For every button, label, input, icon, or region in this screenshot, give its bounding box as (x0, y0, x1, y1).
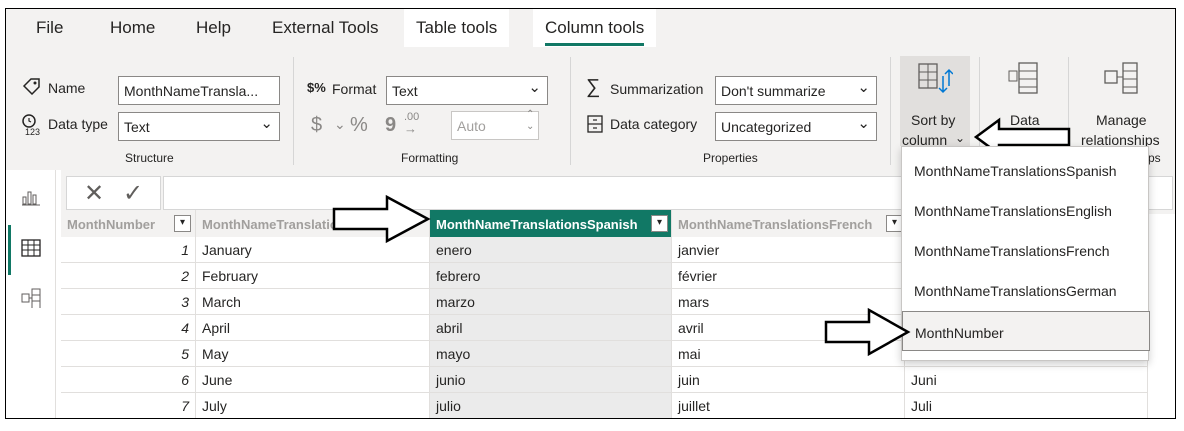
cell-german[interactable]: Juni (905, 367, 1148, 393)
cell-spanish[interactable]: mayo (430, 341, 672, 367)
format-select[interactable]: Text (386, 76, 548, 105)
summarization-label: Summarization (610, 81, 704, 97)
cell-monthnumber[interactable]: 5 (61, 341, 196, 367)
category-label: Data category (610, 116, 698, 132)
spinner-up-icon[interactable]: ⌃ (526, 109, 534, 120)
cell-spanish[interactable]: marzo (430, 289, 672, 315)
tab-external-tools[interactable]: External Tools (272, 18, 378, 38)
data-category-icon (587, 115, 603, 133)
tag-icon (22, 78, 40, 95)
window: File Home Help External Tools Table tool… (5, 8, 1176, 419)
cell-german[interactable]: Juli (905, 393, 1148, 418)
model-view-icon[interactable] (21, 288, 41, 308)
data-view-icon[interactable] (21, 238, 41, 258)
report-view-icon[interactable] (21, 186, 41, 206)
currency-button[interactable]: $ (311, 114, 322, 137)
cell-english[interactable]: July (196, 393, 430, 418)
cell-english[interactable]: February (196, 263, 430, 289)
chevron-down-icon: ⌄ (955, 131, 966, 145)
format-label: Format (332, 81, 377, 97)
category-select[interactable]: Uncategorized (715, 112, 877, 141)
cell-spanish[interactable]: enero (430, 237, 672, 263)
cell-french[interactable]: juillet (672, 393, 905, 418)
percent-button[interactable]: % (350, 114, 368, 137)
divider (890, 57, 891, 165)
cell-monthnumber[interactable]: 2 (61, 263, 196, 289)
column-header-spanish[interactable]: MonthNameTranslationsSpanish (430, 210, 672, 237)
decimal-arrow-icon: → (404, 121, 417, 136)
cell-monthnumber[interactable]: 3 (61, 289, 196, 315)
tab-home[interactable]: Home (110, 18, 155, 38)
name-input[interactable]: MonthNameTransla... (118, 76, 280, 105)
cell-spanish[interactable]: julio (430, 393, 672, 418)
chevron-down-icon[interactable]: ⌄ (334, 116, 346, 133)
commit-icon[interactable]: ✓ (123, 179, 143, 208)
cell-monthnumber[interactable]: 6 (61, 367, 196, 393)
cell-french[interactable]: février (672, 263, 905, 289)
view-sidebar (6, 170, 56, 418)
cell-french[interactable]: janvier (672, 237, 905, 263)
tab-table-tools-label: Table tools (416, 18, 498, 37)
cell-english[interactable]: June (196, 367, 430, 393)
tab-column-tools[interactable]: Column tools (533, 9, 657, 47)
cell-spanish[interactable]: abril (430, 315, 672, 341)
cell-monthnumber[interactable]: 1 (61, 237, 196, 263)
datatype-select[interactable]: Text (118, 112, 280, 141)
tab-help[interactable]: Help (196, 18, 231, 38)
formula-actions (66, 176, 161, 210)
tab-table-tools[interactable]: Table tools (404, 9, 510, 47)
svg-text:123: 123 (25, 127, 40, 137)
cell-english[interactable]: May (196, 341, 430, 367)
data-groups-icon (1008, 62, 1038, 94)
sort-by-column-menu: MonthNameTranslationsSpanish MonthNameTr… (901, 146, 1150, 361)
sort-option-english[interactable]: MonthNameTranslationsEnglish (902, 190, 1150, 230)
callout-arrow (824, 307, 911, 357)
format-icon: $% (307, 80, 326, 95)
manage-relationships-label-line1[interactable]: Manage (1096, 112, 1147, 128)
menu-bar: File Home Help External Tools Table tool… (6, 9, 1175, 47)
datatype-label: Data type (48, 116, 108, 132)
sort-label-line1: Sort by (911, 112, 956, 128)
tab-file[interactable]: File (36, 18, 63, 38)
formatting-group-label: Formatting (401, 151, 459, 165)
cell-english[interactable]: March (196, 289, 430, 315)
summarization-select[interactable]: Don't summarize (715, 76, 877, 105)
sort-option-german[interactable]: MonthNameTranslationsGerman (902, 270, 1150, 310)
cell-french[interactable]: juin (672, 367, 905, 393)
sort-column-icon (918, 63, 953, 94)
cell-spanish[interactable]: junio (430, 367, 672, 393)
active-view-indicator (8, 225, 11, 275)
comma-button[interactable]: 9 (385, 114, 396, 137)
sigma-icon: ∑ (586, 76, 601, 98)
cell-monthnumber[interactable]: 4 (61, 315, 196, 341)
cell-spanish[interactable]: febrero (430, 263, 672, 289)
sort-option-french[interactable]: MonthNameTranslationsFrench (902, 230, 1150, 270)
cell-monthnumber[interactable]: 7 (61, 393, 196, 418)
manage-relationships-icon (1104, 62, 1138, 94)
callout-arrow (332, 194, 431, 244)
filter-dropdown-icon[interactable]: ▾ (651, 215, 668, 232)
sort-option-monthnumber[interactable]: MonthNumber (902, 311, 1150, 351)
cell-english[interactable]: April (196, 315, 430, 341)
divider (293, 57, 294, 165)
cancel-icon[interactable]: ✕ (84, 179, 104, 208)
tab-column-tools-label: Column tools (545, 18, 645, 46)
structure-group-label: Structure (125, 151, 174, 165)
spinner-down-icon[interactable]: ⌄ (526, 121, 534, 132)
filter-dropdown-icon[interactable]: ▾ (174, 215, 191, 232)
name-label: Name (48, 80, 86, 96)
sort-option-spanish[interactable]: MonthNameTranslationsSpanish (902, 150, 1150, 190)
properties-group-label: Properties (703, 151, 758, 165)
divider (570, 57, 571, 165)
datatype-icon: 123 (22, 114, 40, 137)
column-header-french[interactable]: MonthNameTranslationsFrench (672, 210, 905, 237)
